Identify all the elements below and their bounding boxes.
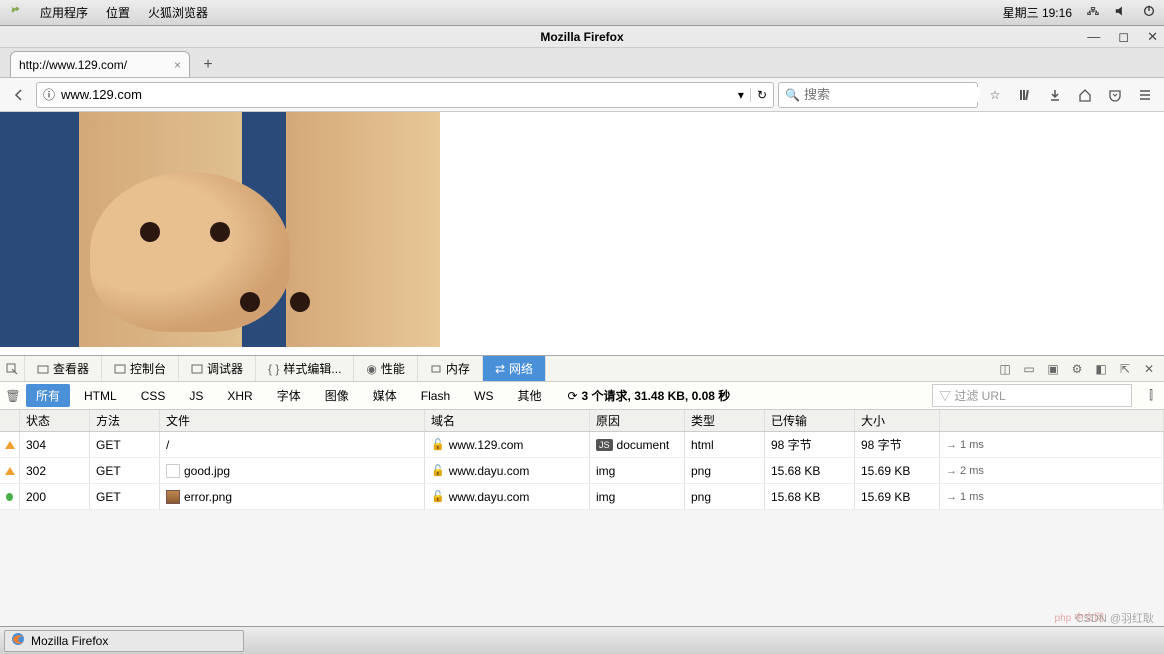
new-tab-button[interactable]: + — [196, 53, 220, 77]
search-input[interactable] — [804, 87, 980, 102]
stopwatch-icon: ⟳ — [567, 389, 577, 403]
status-indicator-icon — [0, 484, 20, 509]
filter-images[interactable]: 图像 — [315, 384, 359, 407]
table-row[interactable]: 302GET good.jpg🔓 www.dayu.comimgpng15.68… — [0, 458, 1164, 484]
tab-close-icon[interactable]: × — [174, 58, 181, 72]
tab-style-editor[interactable]: { }样式编辑... — [256, 356, 354, 381]
filter-icon: ▽ — [939, 389, 954, 403]
reload-button[interactable]: ↻ — [750, 88, 767, 102]
filter-html[interactable]: HTML — [74, 386, 127, 406]
menu-firefox[interactable]: 火狐浏览器 — [148, 4, 208, 21]
taskbar: Mozilla Firefox — [0, 626, 1164, 654]
bookmark-star-icon[interactable]: ☆ — [982, 82, 1008, 108]
cat-image — [0, 112, 440, 347]
browser-tab[interactable]: http://www.129.com/ × — [10, 51, 190, 77]
devtools-dock-icon[interactable]: ◧ — [1092, 360, 1110, 378]
window-titlebar: Mozilla Firefox — ◻ ✕ — [0, 26, 1164, 48]
tab-console[interactable]: 控制台 — [102, 356, 179, 381]
firefox-icon — [11, 632, 25, 649]
close-button[interactable]: ✕ — [1147, 29, 1158, 45]
volume-icon[interactable] — [1114, 4, 1128, 21]
filter-xhr[interactable]: XHR — [217, 386, 262, 406]
col-cause[interactable]: 原因 — [590, 410, 685, 431]
navigation-toolbar: ⓘ ▾ ↻ 🔍 ☆ — [0, 78, 1164, 112]
tab-performance[interactable]: ◉性能 — [354, 356, 418, 381]
tab-network[interactable]: ⇄网络 — [483, 356, 546, 381]
col-domain[interactable]: 域名 — [425, 410, 590, 431]
devtools-tabs: 查看器 控制台 调试器 { }样式编辑... ◉性能 内存 ⇄网络 ◫ ▭ ▣ … — [0, 356, 1164, 382]
insecure-icon: 🔓 — [431, 464, 445, 477]
taskbar-app[interactable]: Mozilla Firefox — [4, 630, 244, 652]
url-filter-input[interactable]: ▽ 过滤 URL — [932, 384, 1132, 407]
info-icon[interactable]: ⓘ — [43, 86, 55, 103]
pocket-icon[interactable] — [1102, 82, 1128, 108]
page-content — [0, 112, 1164, 355]
library-icon[interactable] — [1012, 82, 1038, 108]
filter-js[interactable]: JS — [179, 386, 213, 406]
col-status[interactable]: 状态 — [20, 410, 90, 431]
taskbar-app-label: Mozilla Firefox — [31, 634, 108, 648]
insecure-icon: 🔓 — [431, 490, 445, 503]
filter-css[interactable]: CSS — [131, 386, 176, 406]
network-table-header: 状态 方法 文件 域名 原因 类型 已传输 大小 — [0, 410, 1164, 432]
col-method[interactable]: 方法 — [90, 410, 160, 431]
filter-all[interactable]: 所有 — [26, 384, 70, 407]
col-transferred[interactable]: 已传输 — [765, 410, 855, 431]
watermark-csdn: CSDN @羽红耿 — [1076, 610, 1154, 626]
devtools-pick-icon[interactable] — [0, 356, 25, 381]
url-input[interactable] — [61, 87, 732, 102]
col-file[interactable]: 文件 — [160, 410, 425, 431]
system-datetime: 星期三 19:16 — [1003, 4, 1072, 21]
minimize-button[interactable]: — — [1087, 29, 1100, 45]
foot-icon — [8, 4, 22, 21]
downloads-icon[interactable] — [1042, 82, 1068, 108]
menu-icon[interactable] — [1132, 82, 1158, 108]
maximize-button[interactable]: ◻ — [1118, 29, 1129, 45]
system-menu-bar: 应用程序 位置 火狐浏览器 星期三 19:16 — [0, 0, 1164, 26]
toggle-details-icon[interactable]: ⫿ — [1142, 387, 1160, 405]
devtools-frame-icon[interactable]: ▣ — [1044, 360, 1062, 378]
col-type[interactable]: 类型 — [685, 410, 765, 431]
table-row[interactable]: 304GET /🔓 www.129.comJS documenthtml98 字… — [0, 432, 1164, 458]
network-icon[interactable] — [1086, 4, 1100, 21]
filter-media[interactable]: 媒体 — [363, 384, 407, 407]
devtools-panel: 查看器 控制台 调试器 { }样式编辑... ◉性能 内存 ⇄网络 ◫ ▭ ▣ … — [0, 355, 1164, 510]
col-size[interactable]: 大小 — [855, 410, 940, 431]
filter-fonts[interactable]: 字体 — [267, 384, 311, 407]
search-icon: 🔍 — [785, 88, 800, 102]
search-bar[interactable]: 🔍 — [778, 82, 978, 108]
network-toolbar: 🗑 所有 HTML CSS JS XHR 字体 图像 媒体 Flash WS 其… — [0, 382, 1164, 410]
devtools-settings-icon[interactable]: ⚙ — [1068, 360, 1086, 378]
home-icon[interactable] — [1072, 82, 1098, 108]
window-title: Mozilla Firefox — [540, 30, 623, 44]
tab-memory[interactable]: 内存 — [418, 356, 483, 381]
devtools-responsive-icon[interactable]: ▭ — [1020, 360, 1038, 378]
dropdown-icon[interactable]: ▾ — [738, 88, 744, 102]
insecure-icon: 🔓 — [431, 438, 445, 451]
url-bar[interactable]: ⓘ ▾ ↻ — [36, 82, 774, 108]
tab-strip: http://www.129.com/ × + — [0, 48, 1164, 78]
status-indicator-icon — [0, 432, 20, 457]
tab-title: http://www.129.com/ — [19, 58, 127, 72]
table-row[interactable]: 200GET error.png🔓 www.dayu.comimgpng15.6… — [0, 484, 1164, 510]
devtools-close-icon[interactable]: ✕ — [1140, 360, 1158, 378]
filter-flash[interactable]: Flash — [411, 386, 460, 406]
network-table: 状态 方法 文件 域名 原因 类型 已传输 大小 304GET /🔓 www.1… — [0, 410, 1164, 510]
tab-inspector[interactable]: 查看器 — [25, 356, 102, 381]
menu-applications[interactable]: 应用程序 — [40, 4, 88, 21]
network-summary: ⟳ 3 个请求, 31.48 KB, 0.08 秒 — [567, 387, 730, 404]
filter-other[interactable]: 其他 — [507, 384, 551, 407]
devtools-split-icon[interactable]: ◫ — [996, 360, 1014, 378]
back-button[interactable] — [6, 82, 32, 108]
devtools-popout-icon[interactable]: ⇱ — [1116, 360, 1134, 378]
menu-places[interactable]: 位置 — [106, 4, 130, 21]
filter-ws[interactable]: WS — [464, 386, 503, 406]
clear-icon[interactable]: 🗑 — [4, 387, 22, 405]
power-icon[interactable] — [1142, 4, 1156, 21]
tab-debugger[interactable]: 调试器 — [179, 356, 256, 381]
status-indicator-icon — [0, 458, 20, 483]
